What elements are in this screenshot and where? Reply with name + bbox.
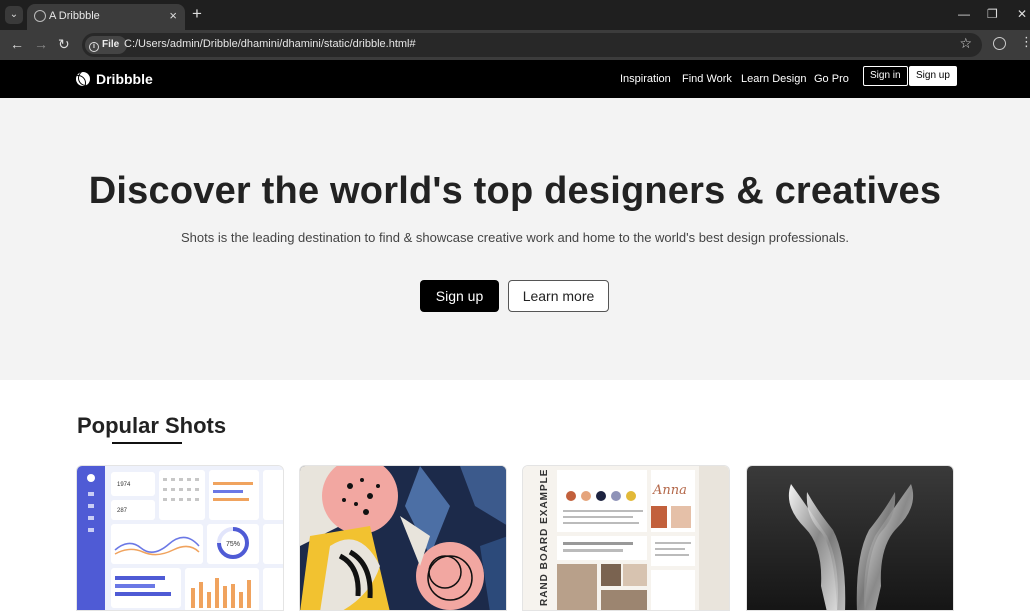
- abstract-art-shot[interactable]: [299, 465, 507, 611]
- title-underline: [112, 442, 182, 444]
- browser-toolbar: ← → ↻ i File C:/Users/admin/Dribble/dhami…: [0, 30, 1030, 60]
- address-bar[interactable]: i File C:/Users/admin/Dribble/dhamini/dha…: [82, 33, 982, 57]
- brand-board-shot[interactable]: RAND BOARD EXAMPLE Anna: [522, 465, 730, 611]
- hero-subtitle: Shots is the leading destination to find…: [180, 230, 850, 245]
- logo[interactable]: Dribbble: [76, 71, 153, 87]
- site-header: Dribbble Inspiration Find Work Learn Des…: [0, 60, 1030, 98]
- dashboard-ui-shot[interactable]: 1974 287 75%: [76, 465, 284, 611]
- bookmark-star-icon[interactable]: ☆: [959, 35, 972, 52]
- sign-in-button[interactable]: Sign in: [863, 66, 908, 86]
- url-text: C:/Users/admin/Dribble/dhamini/dhamini/s…: [124, 38, 416, 50]
- hero-title: Discover the world's top designers & cre…: [88, 170, 942, 212]
- metallic-logo-shot[interactable]: [746, 465, 954, 611]
- forward-arrow-icon[interactable]: →: [34, 36, 48, 52]
- popular-shots-title: Popular Shots: [77, 413, 227, 438]
- browser-tab[interactable]: A Dribbble ×: [27, 4, 185, 30]
- nav-learn-design[interactable]: Learn Design: [741, 73, 806, 85]
- restore-icon[interactable]: ❐: [987, 7, 998, 21]
- tab-close-button[interactable]: ×: [169, 8, 177, 23]
- dribbble-ball-icon: [76, 72, 90, 86]
- globe-icon: [34, 10, 46, 22]
- browser-tab-bar: ⌄ A Dribbble × + — ❐ ✕: [0, 0, 1030, 30]
- profile-icon[interactable]: [993, 37, 1006, 50]
- reload-icon[interactable]: ↻: [58, 36, 70, 53]
- stat-75: 75%: [226, 541, 240, 548]
- logo-text: Dribbble: [96, 71, 153, 87]
- close-window-icon[interactable]: ✕: [1017, 7, 1027, 21]
- learn-more-button[interactable]: Learn more: [508, 280, 609, 312]
- brand-board-vertical-text: RAND BOARD EXAMPLE: [539, 469, 550, 606]
- file-chip-label: File: [102, 39, 120, 50]
- stat-1974: 1974: [117, 482, 131, 488]
- nav-go-pro[interactable]: Go Pro: [814, 73, 849, 85]
- info-icon: i: [89, 42, 99, 52]
- stat-287: 287: [117, 508, 128, 514]
- browser-menu-icon[interactable]: ⋮: [1020, 35, 1030, 49]
- sign-up-button[interactable]: Sign up: [909, 66, 957, 86]
- tab-title: A Dribbble: [49, 10, 100, 22]
- hero-sign-up-button[interactable]: Sign up: [420, 280, 499, 312]
- tab-search-button[interactable]: ⌄: [5, 6, 23, 24]
- nav-inspiration[interactable]: Inspiration: [620, 73, 671, 85]
- site-info-chip[interactable]: i File: [85, 36, 128, 54]
- new-tab-button[interactable]: +: [192, 5, 202, 23]
- hero-section: Discover the world's top designers & cre…: [0, 98, 1030, 380]
- nav-find-work[interactable]: Find Work: [682, 73, 732, 85]
- minimize-icon[interactable]: —: [958, 7, 970, 21]
- back-arrow-icon[interactable]: ←: [10, 36, 24, 52]
- brand-script-text: Anna: [652, 483, 687, 498]
